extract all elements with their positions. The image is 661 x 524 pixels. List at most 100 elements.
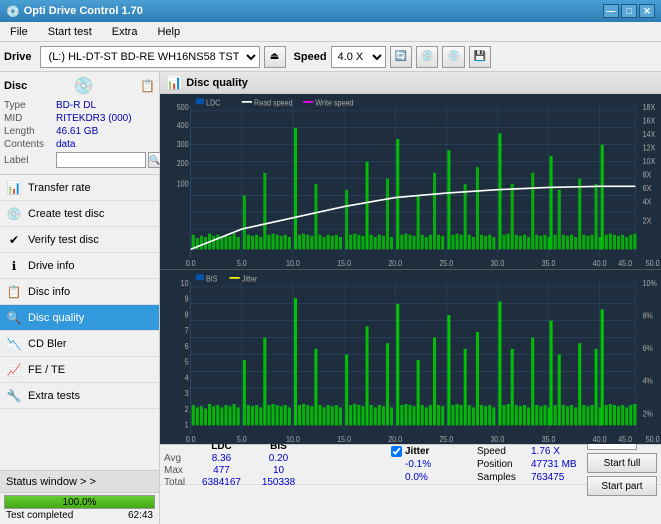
svg-text:200: 200	[177, 159, 189, 168]
minimize-button[interactable]: —	[603, 4, 619, 18]
stats-max-row: Max 477 10	[164, 465, 385, 476]
drive-select[interactable]: (L:) HL-DT-ST BD-RE WH16NS58 TST4	[40, 46, 260, 68]
nav-transfer-rate[interactable]: 📊 Transfer rate	[0, 175, 159, 201]
svg-text:LDC: LDC	[206, 98, 221, 107]
save-button[interactable]: 💾	[469, 46, 491, 68]
svg-text:2: 2	[185, 404, 189, 413]
svg-text:Jitter: Jitter	[242, 273, 258, 282]
svg-text:2X: 2X	[643, 216, 652, 225]
transfer-rate-icon: 📊	[6, 180, 22, 196]
jitter-header: Jitter	[391, 446, 471, 457]
total-ldc: 6384167	[194, 477, 249, 488]
svg-text:40.0: 40.0	[593, 434, 607, 443]
close-button[interactable]: ✕	[639, 4, 655, 18]
nav-cd-bler-label: CD Bler	[28, 338, 67, 350]
right-panel: 📊 Disc quality	[160, 72, 661, 524]
nav-extra-tests-label: Extra tests	[28, 390, 80, 402]
eject-button[interactable]: ⏏	[264, 46, 286, 68]
svg-text:6: 6	[185, 341, 189, 350]
nav-create-test-disc[interactable]: 💿 Create test disc	[0, 201, 159, 227]
disc-info-icon: 📋	[6, 284, 22, 300]
nav-verify-test-disc[interactable]: ✔ Verify test disc	[0, 227, 159, 253]
svg-text:3: 3	[185, 388, 189, 397]
svg-text:10: 10	[181, 278, 189, 287]
position-row: Position 47731 MB	[477, 459, 577, 470]
disc-button2[interactable]: 💿	[442, 46, 464, 68]
svg-text:12X: 12X	[643, 143, 656, 152]
chart-bottom: 10 9 8 7 6 5 4 3 2 1 10% 8% 6% 4% 2%	[160, 270, 661, 445]
speed-key: Speed	[477, 446, 527, 457]
refresh-button[interactable]: 🔄	[390, 46, 412, 68]
status-window-button[interactable]: Status window > >	[0, 471, 159, 493]
svg-text:4X: 4X	[643, 197, 652, 206]
svg-text:100: 100	[177, 179, 189, 188]
drive-info-icon: ℹ	[6, 258, 22, 274]
left-panel: Disc 💿 📋 Type BD-R DL MID RITEKDR3 (000)…	[0, 72, 160, 524]
avg-label: Avg	[164, 453, 192, 464]
drive-label: Drive	[4, 51, 32, 63]
svg-text:BIS: BIS	[206, 273, 218, 282]
chart-top: 500 400 300 200 100 18X 16X 14X 12X 10X …	[160, 94, 661, 270]
svg-text:50.0 GB: 50.0 GB	[646, 259, 661, 268]
disc-row-type: Type BD-R DL	[4, 100, 155, 111]
stats-total-row: Total 6384167 150338	[164, 477, 385, 488]
svg-text:5: 5	[185, 357, 189, 366]
jitter-checkbox[interactable]	[391, 446, 402, 457]
start-full-button[interactable]: Start full	[587, 453, 657, 473]
nav-drive-info-label: Drive info	[28, 260, 74, 272]
svg-text:9: 9	[185, 294, 189, 303]
svg-text:40.0: 40.0	[593, 259, 607, 268]
menu-extra[interactable]: Extra	[106, 24, 144, 40]
stats-table: LDC BIS Avg 8.36 0.20 Max 477 10 Total	[164, 441, 385, 488]
title-bar-controls: — □ ✕	[603, 4, 655, 18]
disc-row-label: Label 🔍	[4, 152, 155, 168]
svg-text:8X: 8X	[643, 170, 652, 179]
position-val: 47731 MB	[531, 459, 577, 470]
svg-text:7: 7	[185, 325, 189, 334]
nav-drive-info[interactable]: ℹ Drive info	[0, 253, 159, 279]
menu-help[interactable]: Help	[151, 24, 186, 40]
nav-verify-test-disc-label: Verify test disc	[28, 234, 99, 246]
maximize-button[interactable]: □	[621, 4, 637, 18]
nav-disc-info[interactable]: 📋 Disc info	[0, 279, 159, 305]
samples-row: Samples 763475	[477, 472, 577, 483]
svg-text:4%: 4%	[643, 376, 654, 385]
disc-quality-icon: 🔍	[6, 310, 22, 326]
svg-text:30.0: 30.0	[490, 434, 504, 443]
nav-disc-quality-label: Disc quality	[28, 312, 84, 324]
app-icon: 💿	[6, 5, 20, 18]
svg-text:10.0: 10.0	[286, 259, 300, 268]
disc-title: Disc	[4, 80, 27, 92]
menu-file[interactable]: File	[4, 24, 34, 40]
drive-toolbar: Drive (L:) HL-DT-ST BD-RE WH16NS58 TST4 …	[0, 42, 661, 72]
cd-bler-icon: 📉	[6, 336, 22, 352]
disc-button1[interactable]: 💿	[416, 46, 438, 68]
svg-text:35.0: 35.0	[542, 259, 556, 268]
verify-test-disc-icon: ✔	[6, 232, 22, 248]
menu-bar: File Start test Extra Help	[0, 22, 661, 42]
max-ldc: 477	[194, 465, 249, 476]
svg-text:Write speed: Write speed	[315, 98, 353, 107]
svg-text:15.0: 15.0	[337, 434, 351, 443]
speed-select[interactable]: 4.0 X	[331, 46, 386, 68]
start-part-button[interactable]: Start part	[587, 476, 657, 496]
nav-extra-tests[interactable]: 🔧 Extra tests	[0, 383, 159, 409]
label-input[interactable]	[56, 152, 146, 168]
nav-cd-bler[interactable]: 📉 CD Bler	[0, 331, 159, 357]
samples-val: 763475	[531, 472, 564, 483]
svg-text:16X: 16X	[643, 116, 656, 125]
chart-top-svg: 500 400 300 200 100 18X 16X 14X 12X 10X …	[160, 94, 661, 269]
avg-bis: 0.20	[251, 453, 306, 464]
nav-disc-quality[interactable]: 🔍 Disc quality	[0, 305, 159, 331]
charts-area: 500 400 300 200 100 18X 16X 14X 12X 10X …	[160, 94, 661, 444]
nav-list: 📊 Transfer rate 💿 Create test disc ✔ Ver…	[0, 175, 159, 409]
svg-text:400: 400	[177, 120, 189, 129]
disc-header: Disc 💿 📋	[4, 76, 155, 96]
svg-text:6%: 6%	[643, 343, 654, 352]
menu-start-test[interactable]: Start test	[42, 24, 98, 40]
nav-fe-te[interactable]: 📈 FE / TE	[0, 357, 159, 383]
jitter-max: 0.0%	[391, 472, 471, 483]
svg-text:10%: 10%	[643, 278, 658, 287]
time-text: 62:43	[128, 510, 153, 521]
svg-text:8: 8	[185, 309, 189, 318]
